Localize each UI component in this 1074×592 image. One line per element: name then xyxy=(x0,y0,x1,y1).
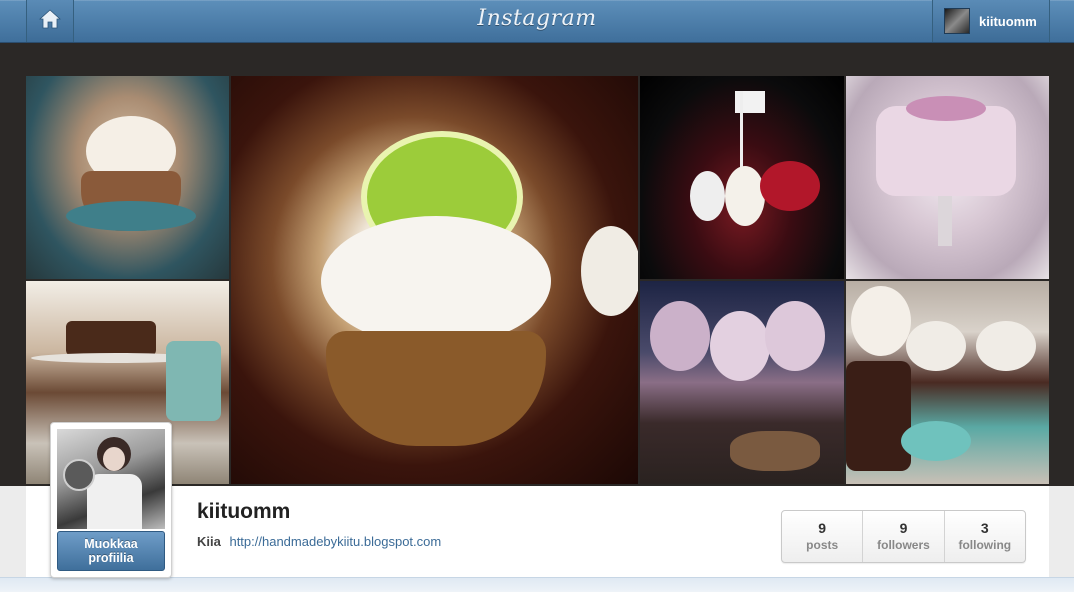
photo-chocolate-cupcakes-teal[interactable] xyxy=(846,281,1049,484)
top-navigation-bar: Instagram kiituomm xyxy=(0,0,1074,43)
stat-followers-label: followers xyxy=(877,538,930,552)
stat-followers-count: 9 xyxy=(899,520,908,536)
photo-frosted-cupcakes[interactable] xyxy=(640,281,844,484)
profile-avatar-box: Muokkaa profiilia xyxy=(50,422,172,578)
photo-lime-cupcake[interactable] xyxy=(231,76,638,484)
stat-following-count: 3 xyxy=(980,520,989,536)
user-avatar-thumbnail xyxy=(944,8,970,34)
profile-username: kiituomm xyxy=(197,500,291,523)
stat-following[interactable]: 3 following xyxy=(945,511,1025,562)
photo-pink-cheesecake[interactable] xyxy=(846,76,1049,279)
photo-raspberry-penguins[interactable] xyxy=(640,76,844,279)
user-menu-button[interactable]: kiituomm xyxy=(932,0,1050,42)
profile-stats: 9 posts 9 followers 3 following xyxy=(781,510,1026,563)
profile-website-link[interactable]: http://handmadebykiitu.blogspot.com xyxy=(229,534,441,549)
stat-following-label: following xyxy=(958,538,1012,552)
stat-posts-count: 9 xyxy=(818,520,827,536)
stat-posts[interactable]: 9 posts xyxy=(782,511,864,562)
bottom-strip xyxy=(0,577,1074,592)
stat-posts-label: posts xyxy=(806,538,839,552)
profile-bio: Kiia http://handmadebykiitu.blogspot.com xyxy=(197,534,441,549)
edit-profile-button[interactable]: Muokkaa profiilia xyxy=(57,531,165,571)
stat-followers[interactable]: 9 followers xyxy=(863,511,945,562)
profile-avatar[interactable] xyxy=(57,429,165,529)
profile-full-name: Kiia xyxy=(197,534,221,549)
photo-pistachio-cupcake[interactable] xyxy=(26,76,229,279)
instagram-logo[interactable]: Instagram xyxy=(0,6,1074,31)
header-username: kiituomm xyxy=(979,13,1037,29)
